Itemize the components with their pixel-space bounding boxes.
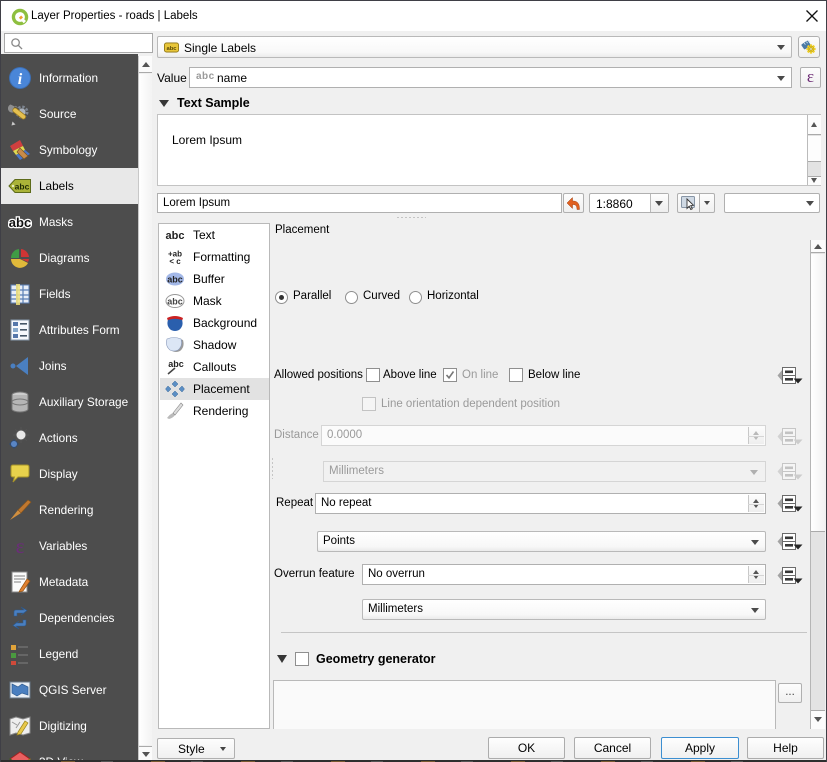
svg-text:abc: abc (166, 230, 185, 242)
svg-text:abc: abc (166, 46, 177, 52)
svg-text:< c: < c (169, 257, 181, 266)
svg-text:abc: abc (167, 297, 183, 307)
svg-text:i: i (18, 71, 23, 88)
svg-text:ε: ε (16, 534, 25, 558)
svg-text:abc: abc (168, 359, 184, 369)
svg-text:abc: abc (9, 215, 31, 230)
svg-text:abc: abc (167, 275, 183, 285)
svg-text:abc: abc (15, 182, 30, 192)
